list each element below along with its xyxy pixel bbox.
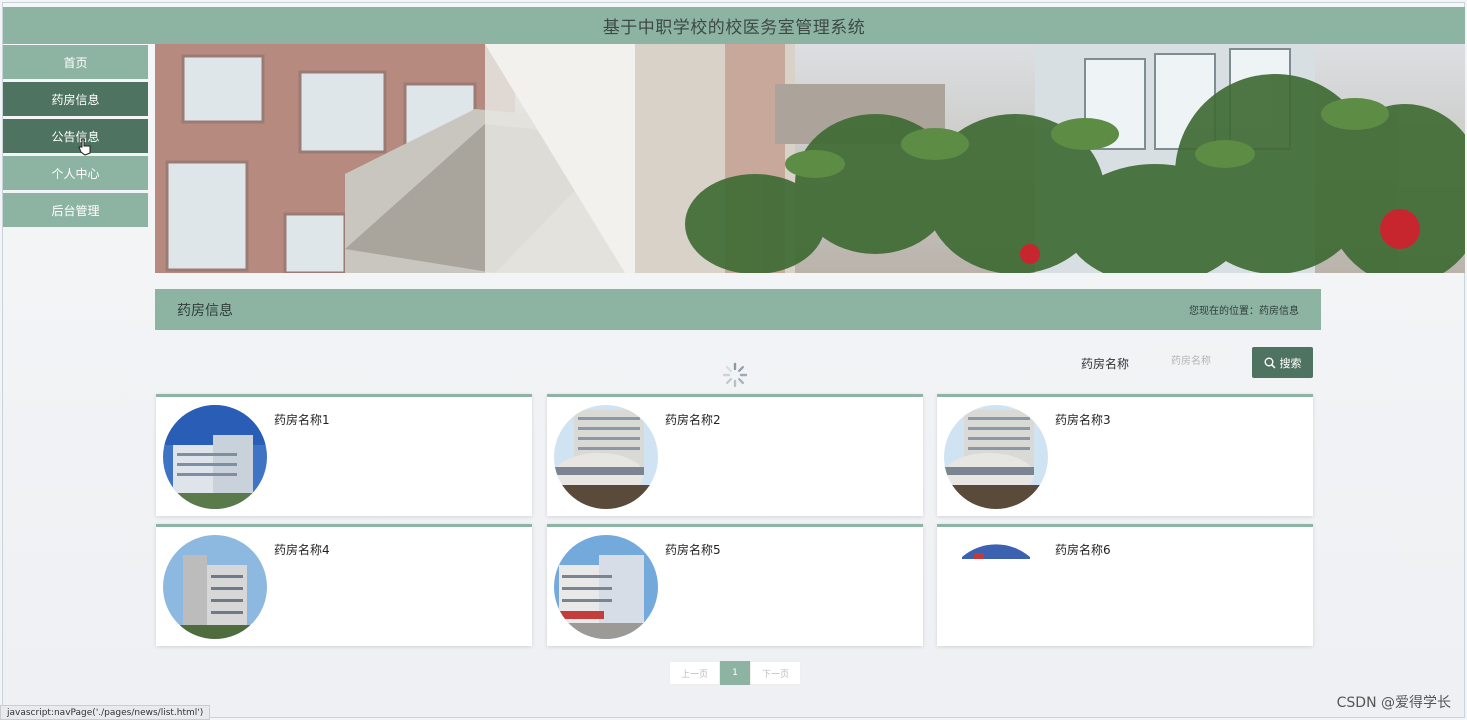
section-title: 药房信息 (177, 302, 233, 319)
breadcrumb: 您现在的位置：药房信息 (1189, 306, 1299, 317)
pharmacy-name: 药房名称3 (1055, 413, 1111, 427)
status-bar-url: javascript:navPage('./pages/news/list.ht… (0, 705, 211, 720)
pharmacy-thumbnail (554, 535, 658, 639)
sidebar-item-admin[interactable]: 后台管理 (3, 193, 148, 227)
pharmacy-card[interactable]: 药房名称6 (937, 524, 1313, 646)
pharmacy-card[interactable]: 药房名称3 (937, 394, 1313, 516)
pharmacy-name: 药房名称2 (665, 413, 721, 427)
pharmacy-thumbnail (554, 405, 658, 509)
sidebar-nav: 首页 药房信息 公告信息 个人中心 后台管理 (3, 45, 148, 230)
pharmacy-name: 药房名称5 (665, 543, 721, 557)
pharmacy-card[interactable]: 药房名称2 (547, 394, 923, 516)
top-header: 基于中职学校的校医务室管理系统 (3, 7, 1465, 44)
pharmacy-thumbnail (944, 405, 1048, 509)
pharmacy-thumbnail (944, 535, 1048, 639)
sidebar-item-pharmacy[interactable]: 药房信息 (3, 82, 148, 116)
app-title: 基于中职学校的校医务室管理系统 (602, 18, 866, 38)
pharmacy-card[interactable]: 药房名称4 (156, 524, 532, 646)
page-1-button[interactable]: 1 (720, 661, 750, 685)
pagination: 上一页 1 下一页 (669, 661, 801, 685)
prev-page-button[interactable]: 上一页 (669, 661, 720, 685)
pharmacy-thumbnail (163, 405, 267, 509)
hand-cursor-icon (78, 138, 91, 156)
pharmacy-card[interactable]: 药房名称1 (156, 394, 532, 516)
sidebar-item-announcements[interactable]: 公告信息 (3, 119, 148, 153)
search-button[interactable]: 搜索 (1252, 347, 1313, 378)
loading-spinner-icon (722, 362, 748, 388)
search-button-label: 搜索 (1279, 356, 1302, 370)
search-label: 药房名称 (1081, 357, 1130, 371)
search-icon (1264, 357, 1276, 369)
next-page-button[interactable]: 下一页 (750, 661, 801, 685)
search-input[interactable] (1138, 346, 1244, 376)
pharmacy-card[interactable]: 药房名称5 (547, 524, 923, 646)
pharmacy-name: 药房名称1 (274, 413, 330, 427)
pharmacy-name: 药房名称4 (274, 543, 330, 557)
sidebar-item-home[interactable]: 首页 (3, 45, 148, 79)
pharmacy-name: 药房名称6 (1055, 543, 1111, 557)
sidebar-item-personal-center[interactable]: 个人中心 (3, 156, 148, 190)
section-header: 药房信息 您现在的位置：药房信息 (155, 289, 1321, 330)
watermark: CSDN @爱得学长 (1336, 695, 1451, 711)
pharmacy-thumbnail (163, 535, 267, 639)
campus-banner-image (155, 44, 1465, 273)
